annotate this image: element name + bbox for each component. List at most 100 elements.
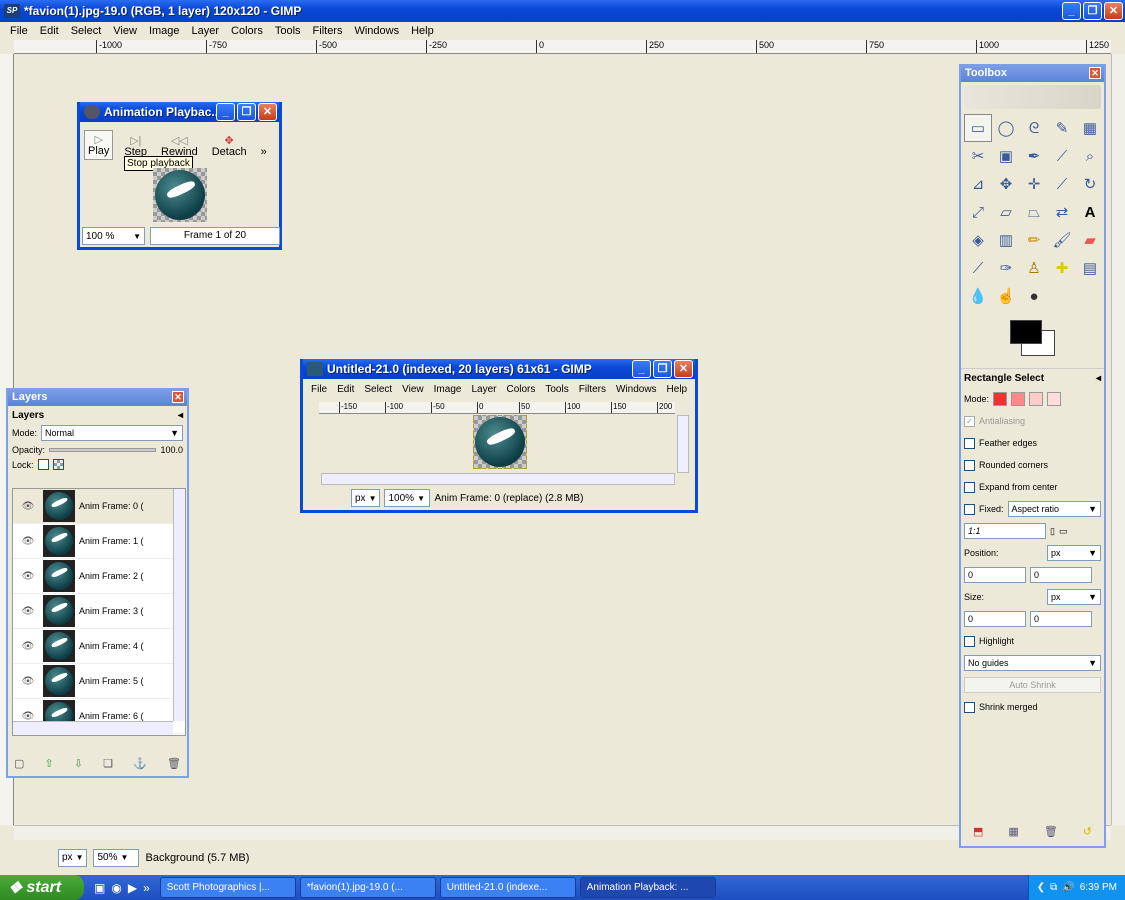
maximize-button[interactable]: ❐ — [653, 360, 672, 378]
menu-select[interactable]: Select — [359, 384, 397, 400]
play-button[interactable]: ▷ Play — [84, 130, 114, 160]
smudge-icon[interactable]: ☝ — [992, 282, 1020, 310]
auto-shrink-button[interactable]: Auto Shrink — [964, 677, 1101, 693]
opacity-slider[interactable] — [49, 448, 157, 452]
layer-row[interactable]: 👁 Anim Frame: 1 ( — [13, 524, 185, 559]
shear-icon[interactable]: ▱ — [992, 198, 1020, 226]
maximize-button[interactable]: ❐ — [237, 103, 256, 121]
task-animation-playback[interactable]: Animation Playback: ... — [579, 877, 716, 898]
menu-view[interactable]: View — [397, 384, 429, 400]
fixed-checkbox[interactable] — [964, 503, 975, 515]
move-icon[interactable]: ✥ — [992, 170, 1020, 198]
menu-colors[interactable]: Colors — [501, 384, 540, 400]
portrait-icon[interactable]: ▯ — [1050, 526, 1055, 537]
lock-alpha-checkbox[interactable] — [52, 459, 64, 470]
close-button[interactable]: ✕ — [258, 103, 277, 121]
dodge-burn-icon[interactable]: ● — [1020, 282, 1048, 310]
foreground-select-icon[interactable]: ▣ — [992, 142, 1020, 170]
task-gimp-main[interactable]: *favion(1).jpg-19.0 (... — [299, 877, 436, 898]
mode-replace-icon[interactable] — [993, 392, 1008, 406]
position-y-input[interactable]: 0 — [1030, 567, 1092, 583]
delete-layer-icon[interactable]: 🗑 — [167, 757, 181, 770]
flip-icon[interactable]: ⇄ — [1048, 198, 1076, 226]
menu-filters[interactable]: Filters — [574, 384, 611, 400]
zoom-icon[interactable]: ⌕ — [1076, 142, 1104, 170]
horizontal-ruler[interactable]: -1000 -750 -500 -250 0 250 500 750 1000 … — [14, 40, 1111, 54]
mode-subtract-icon[interactable] — [1029, 392, 1044, 406]
minimize-button[interactable]: _ — [1062, 2, 1081, 20]
new-layer-icon[interactable]: ▢ — [14, 757, 24, 770]
shrink-merged-checkbox[interactable] — [964, 701, 975, 713]
reset-options-icon[interactable]: ↺ — [1083, 825, 1092, 838]
free-select-icon[interactable]: ᘓ — [1020, 114, 1048, 142]
rotate-icon[interactable]: ↻ — [1076, 170, 1104, 198]
menu-select[interactable]: Select — [65, 25, 108, 37]
main-vertical-scrollbar[interactable] — [1111, 54, 1125, 825]
size-x-input[interactable]: 0 — [964, 611, 1026, 627]
layers-title-bar[interactable]: Layers ✕ — [8, 388, 187, 406]
perspective-clone-icon[interactable]: ▤ — [1076, 254, 1104, 282]
minimize-button[interactable]: _ — [216, 103, 235, 121]
zoom-select[interactable]: 50% ▼ — [93, 848, 140, 867]
menu-layer[interactable]: Layer — [466, 384, 501, 400]
unit-select[interactable]: px ▼ — [351, 489, 381, 507]
opacity-value[interactable]: 100.0 — [160, 445, 183, 455]
chevron-left-icon[interactable]: ❮ — [1037, 882, 1045, 893]
highlight-checkbox[interactable] — [964, 635, 975, 647]
menu-view[interactable]: View — [107, 25, 143, 37]
size-unit-select[interactable]: px ▼ — [1047, 589, 1101, 605]
layer-row[interactable]: 👁 Anim Frame: 5 ( — [13, 664, 185, 699]
clone-icon[interactable]: ♙ — [1020, 254, 1048, 282]
close-button[interactable]: ✕ — [674, 360, 693, 378]
ellipse-select-icon[interactable]: ◯ — [992, 114, 1020, 142]
delete-options-icon[interactable]: 🗑 — [1044, 825, 1058, 838]
pencil-icon[interactable]: ✏ — [1020, 226, 1048, 254]
color-picker-icon[interactable]: ⟋ — [1048, 142, 1076, 170]
volume-icon[interactable]: 🔊 — [1062, 882, 1074, 893]
raise-layer-icon[interactable]: ⇧ — [45, 757, 54, 770]
eye-icon[interactable]: 👁 — [13, 676, 43, 687]
eye-icon[interactable]: 👁 — [13, 571, 43, 582]
untitled-horizontal-ruler[interactable]: -150 -100 -50 0 50 100 150 200 — [319, 402, 675, 414]
untitled-horizontal-scrollbar[interactable] — [321, 473, 675, 485]
landscape-icon[interactable]: ▭ — [1059, 526, 1068, 537]
task-firefox[interactable]: Scott Photographics |... — [159, 877, 296, 898]
layer-row[interactable]: 👁 Anim Frame: 2 ( — [13, 559, 185, 594]
measure-icon[interactable]: ⊿ — [964, 170, 992, 198]
blur-icon[interactable]: 💧 — [964, 282, 992, 310]
save-options-icon[interactable]: ⬒ — [973, 825, 983, 838]
mode-select[interactable]: Normal ▼ — [41, 425, 183, 441]
menu-image[interactable]: Image — [143, 25, 186, 37]
mode-add-icon[interactable] — [1011, 392, 1026, 406]
image-canvas[interactable] — [473, 415, 527, 469]
untitled-canvas[interactable] — [319, 415, 675, 473]
lock-pixels-checkbox[interactable] — [37, 459, 49, 470]
perspective-icon[interactable]: ⏢ — [1020, 198, 1048, 226]
menu-file[interactable]: File — [4, 25, 34, 37]
minimize-button[interactable]: _ — [632, 360, 651, 378]
eraser-icon[interactable]: ▰ — [1076, 226, 1104, 254]
layer-row[interactable]: 👁 Anim Frame: 3 ( — [13, 594, 185, 629]
menu-help[interactable]: Help — [405, 25, 440, 37]
feather-checkbox[interactable] — [964, 437, 975, 449]
eye-icon[interactable]: 👁 — [13, 711, 43, 722]
more-button[interactable]: » — [258, 144, 270, 160]
fuzzy-select-icon[interactable]: ✎ — [1048, 114, 1076, 142]
position-x-input[interactable]: 0 — [964, 567, 1026, 583]
layer-list-hscroll[interactable] — [13, 721, 173, 735]
main-title-bar[interactable]: SP *favion(1).jpg-19.0 (RGB, 1 layer) 12… — [0, 0, 1125, 22]
animation-preview[interactable] — [153, 168, 207, 222]
menu-layer[interactable]: Layer — [186, 25, 226, 37]
layer-row[interactable]: 👁 Anim Frame: 4 ( — [13, 629, 185, 664]
chevron-right-icon[interactable]: » — [143, 881, 150, 895]
menu-file[interactable]: File — [306, 384, 332, 400]
scale-icon[interactable]: ⤢ — [964, 198, 992, 226]
rect-select-icon[interactable]: ▭ — [964, 114, 992, 142]
close-button[interactable]: ✕ — [1104, 2, 1123, 20]
paintbrush-icon[interactable]: 🖌 — [1048, 226, 1076, 254]
task-gimp-untitled[interactable]: Untitled-21.0 (indexe... — [439, 877, 576, 898]
menu-arrow-icon[interactable]: ◂ — [178, 410, 183, 421]
blend-icon[interactable]: ▥ — [992, 226, 1020, 254]
unit-select[interactable]: px ▼ — [58, 848, 88, 867]
untitled-vertical-scrollbar[interactable] — [677, 415, 689, 473]
